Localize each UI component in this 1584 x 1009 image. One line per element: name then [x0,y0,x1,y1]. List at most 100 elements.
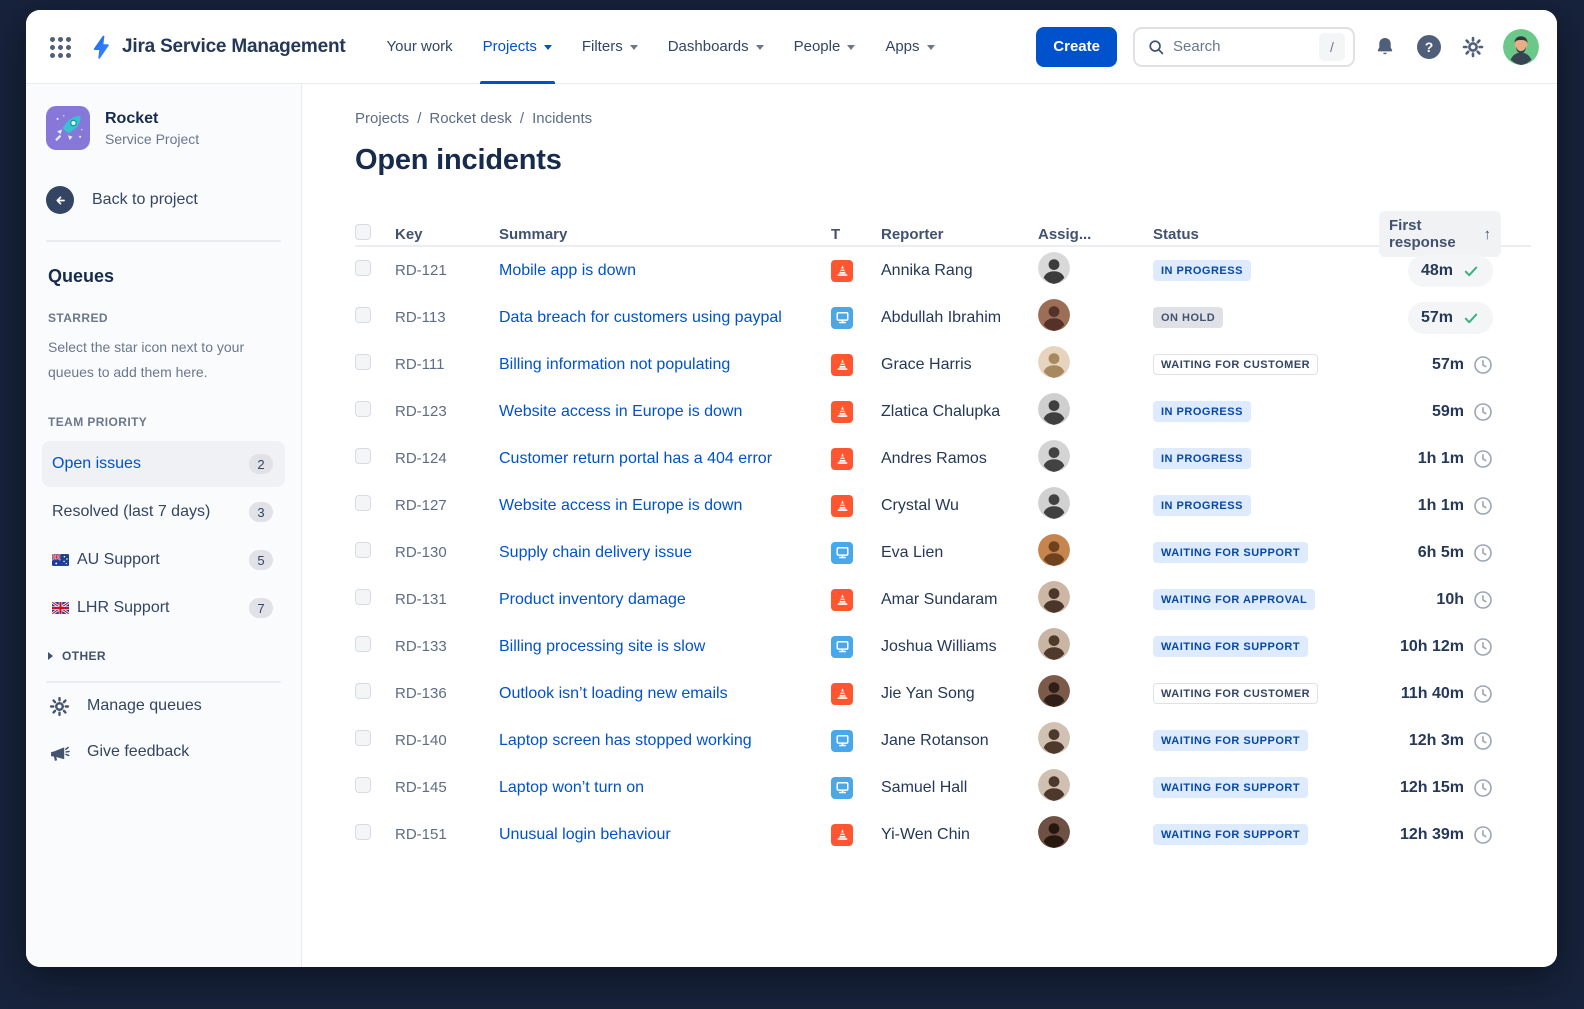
jira-logo[interactable]: Jira Service Management [88,34,346,60]
row-checkbox[interactable] [355,730,371,746]
column-header-assignee[interactable]: Assig... [1038,226,1153,243]
nav-item-your-work[interactable]: Your work [372,10,468,84]
clock-icon [1473,637,1493,657]
assignee-avatar[interactable] [1038,440,1070,472]
search-box[interactable]: / [1133,27,1355,67]
queue-label: Resolved (last 7 days) [52,503,210,521]
megaphone-icon [48,741,71,764]
table-row[interactable]: RD-124Customer return portal has a 404 e… [355,435,1531,482]
sidebar-queue-resolved-last-7-days[interactable]: Resolved (last 7 days)3 [42,489,285,535]
row-checkbox[interactable] [355,354,371,370]
sidebar-queue-lhr-support[interactable]: LHR Support7 [42,585,285,631]
nav-item-filters[interactable]: Filters [567,10,653,84]
row-checkbox[interactable] [355,448,371,464]
row-checkbox[interactable] [355,307,371,323]
column-header-type[interactable]: T [831,226,881,243]
assignee-avatar[interactable] [1038,252,1070,284]
table-row[interactable]: RD-111Billing information not populating… [355,341,1531,388]
column-header-first-response-sort[interactable]: First response ↑ [1379,211,1501,257]
app-switcher-icon[interactable] [48,35,72,59]
select-all-checkbox[interactable] [355,224,371,240]
table-row[interactable]: RD-130Supply chain delivery issueEva Lie… [355,529,1531,576]
issue-summary-link[interactable]: Mobile app is down [499,259,636,282]
row-checkbox[interactable] [355,589,371,605]
issue-key: RD-131 [395,591,499,608]
manage-queues-button[interactable]: Manage queues [42,683,285,729]
table-row[interactable]: RD-140Laptop screen has stopped workingJ… [355,717,1531,764]
create-button[interactable]: Create [1036,27,1117,67]
column-header-status[interactable]: Status [1153,226,1379,243]
table-row[interactable]: RD-136Outlook isn’t loading new emails Ji… [355,670,1531,717]
issue-summary-link[interactable]: Outlook isn’t loading new emails [499,682,728,705]
issue-summary-link[interactable]: Laptop won’t turn on [499,776,644,799]
assignee-avatar[interactable] [1038,816,1070,848]
project-header[interactable]: Rocket Service Project [42,106,285,150]
assignee-avatar[interactable] [1038,299,1070,331]
nav-item-people[interactable]: People [779,10,871,84]
sidebar-queue-au-support[interactable]: AU Support5 [42,537,285,583]
clock-icon [1473,449,1493,469]
table-row[interactable]: RD-113Data breach for customers using pa… [355,294,1531,341]
row-checkbox[interactable] [355,777,371,793]
sidebar-queue-open-issues[interactable]: Open issues2 [42,441,285,487]
issue-summary-link[interactable]: Customer return portal has a 404 error [499,447,772,470]
row-checkbox[interactable] [355,495,371,511]
table-row[interactable]: RD-133Billing processing site is slowJos… [355,623,1531,670]
assignee-avatar[interactable] [1038,628,1070,660]
assignee-avatar[interactable] [1038,346,1070,378]
row-checkbox[interactable] [355,260,371,276]
assignee-avatar[interactable] [1038,581,1070,613]
give-feedback-button[interactable]: Give feedback [42,729,285,775]
row-checkbox[interactable] [355,824,371,840]
chevron-right-icon [48,652,53,660]
response-time: 6h 5m [1418,544,1464,562]
issue-summary-link[interactable]: Laptop screen has stopped working [499,729,752,752]
assignee-avatar[interactable] [1038,487,1070,519]
reporter-name: Jie Yan Song [881,685,1038,703]
issue-summary-link[interactable]: Data breach for customers using paypal [499,306,782,329]
issue-summary-link[interactable]: Billing information not populating [499,353,730,376]
issue-key: RD-121 [395,262,499,279]
nav-item-dashboards[interactable]: Dashboards [653,10,779,84]
row-checkbox[interactable] [355,636,371,652]
clock-icon [1473,496,1493,516]
table-row[interactable]: RD-145Laptop won’t turn onSamuel HallWAI… [355,764,1531,811]
issue-summary-link[interactable]: Website access in Europe is down [499,400,742,423]
table-row[interactable]: RD-123Website access in Europe is downZl… [355,388,1531,435]
other-section-toggle[interactable]: OTHER [48,649,285,663]
settings-button[interactable] [1459,33,1487,61]
back-to-project-button[interactable]: Back to project [42,186,285,214]
issue-summary-link[interactable]: Product inventory damage [499,588,686,611]
queue-label: LHR Support [77,599,170,617]
help-button[interactable]: ? [1415,33,1443,61]
issue-summary-link[interactable]: Billing processing site is slow [499,635,705,658]
nav-item-apps[interactable]: Apps [870,10,949,84]
search-input[interactable] [1173,38,1311,55]
breadcrumb-projects[interactable]: Projects [355,110,409,127]
table-row[interactable]: RD-151Unusual login behaviourYi-Wen Chin… [355,811,1531,858]
table-row[interactable]: RD-127Website access in Europe is downCr… [355,482,1531,529]
notifications-button[interactable] [1371,33,1399,61]
nav-item-projects[interactable]: Projects [468,10,567,84]
row-checkbox[interactable] [355,542,371,558]
table-row[interactable]: RD-121Mobile app is downAnnika RangIN PR… [355,247,1531,294]
assignee-avatar[interactable] [1038,393,1070,425]
table-row[interactable]: RD-131Product inventory damageAmar Sunda… [355,576,1531,623]
user-avatar[interactable] [1503,29,1539,65]
assignee-avatar[interactable] [1038,769,1070,801]
column-header-summary[interactable]: Summary [499,226,831,243]
breadcrumb-rocket-desk[interactable]: Rocket desk [429,110,512,127]
row-checkbox[interactable] [355,401,371,417]
service-request-type-icon [831,307,853,329]
assignee-avatar[interactable] [1038,675,1070,707]
breadcrumb-incidents[interactable]: Incidents [532,110,592,127]
column-header-reporter[interactable]: Reporter [881,226,1038,243]
issue-summary-link[interactable]: Supply chain delivery issue [499,541,692,564]
issue-summary-link[interactable]: Website access in Europe is down [499,494,742,517]
issue-key: RD-136 [395,685,499,702]
issue-summary-link[interactable]: Unusual login behaviour [499,823,671,846]
assignee-avatar[interactable] [1038,722,1070,754]
column-header-key[interactable]: Key [395,226,499,243]
assignee-avatar[interactable] [1038,534,1070,566]
row-checkbox[interactable] [355,683,371,699]
